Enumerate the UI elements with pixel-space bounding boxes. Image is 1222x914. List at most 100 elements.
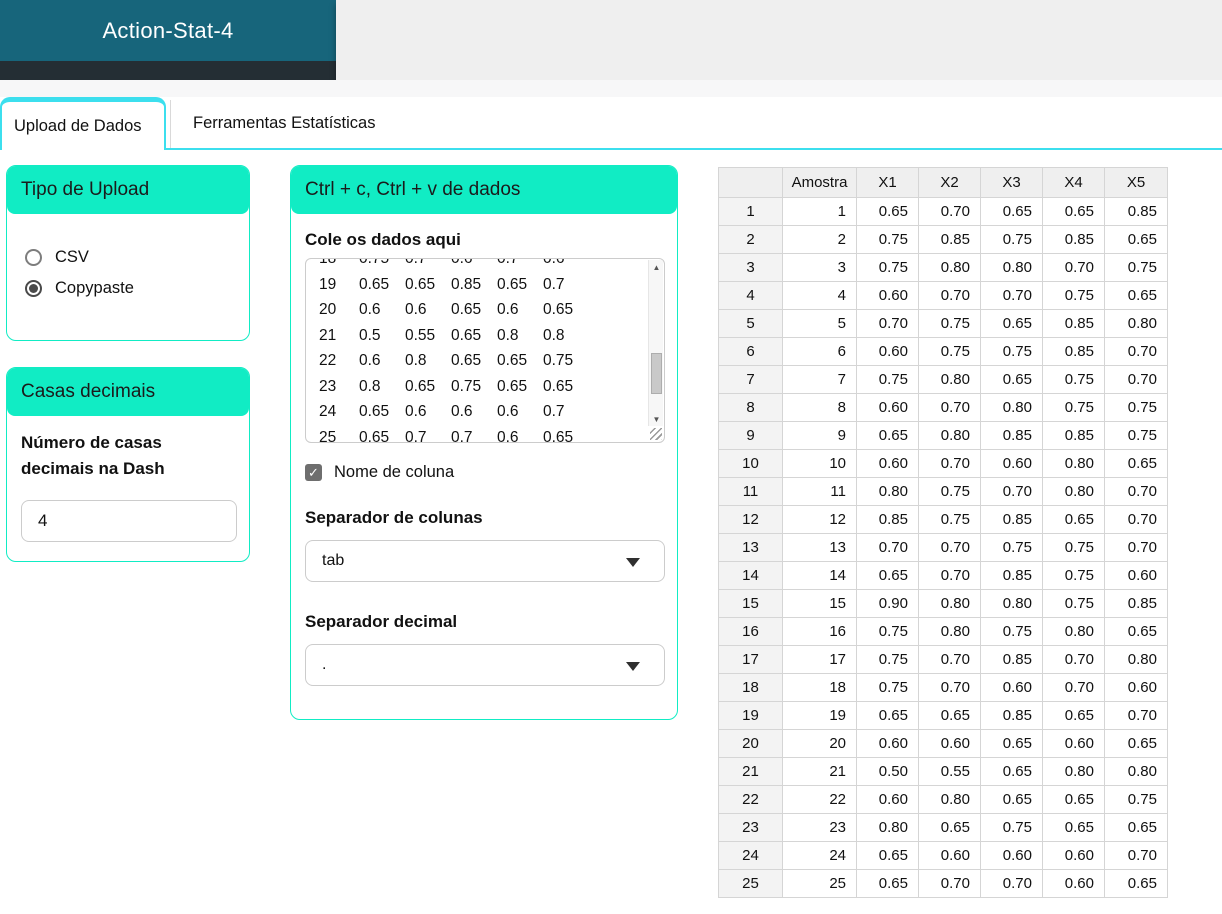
table-cell[interactable]: 21: [782, 757, 857, 786]
table-cell[interactable]: 0.85: [1042, 421, 1105, 450]
resize-grip-icon[interactable]: [650, 428, 662, 440]
row-index-cell[interactable]: 8: [718, 393, 783, 422]
table-cell[interactable]: 0.70: [856, 533, 919, 562]
table-cell[interactable]: 0.70: [1104, 701, 1168, 730]
row-index-cell[interactable]: 11: [718, 477, 783, 506]
table-cell[interactable]: 0.60: [856, 729, 919, 758]
table-cell[interactable]: 0.65: [1104, 617, 1168, 646]
table-cell[interactable]: 22: [782, 785, 857, 814]
table-cell[interactable]: 0.85: [980, 505, 1043, 534]
table-cell[interactable]: 0.70: [1042, 645, 1105, 674]
row-index-cell[interactable]: 21: [718, 757, 783, 786]
table-cell[interactable]: 0.85: [1042, 225, 1105, 254]
table-cell[interactable]: 0.80: [1104, 757, 1168, 786]
tab-ferramentas-estatisticas[interactable]: Ferramentas Estatísticas: [171, 97, 471, 150]
row-index-cell[interactable]: 10: [718, 449, 783, 478]
row-index-cell[interactable]: 7: [718, 365, 783, 394]
row-index-cell[interactable]: 3: [718, 253, 783, 282]
table-cell[interactable]: 0.80: [1104, 309, 1168, 338]
table-cell[interactable]: 10: [782, 449, 857, 478]
paste-data-textarea[interactable]: 18 0.75 0.7 0.6 0.7 0.6 19 0.65 0.65 0.85 0.65 0.7 2…: [305, 258, 665, 443]
table-cell[interactable]: 0.70: [980, 477, 1043, 506]
table-cell[interactable]: 0.75: [980, 813, 1043, 842]
radio-unselected-icon[interactable]: [25, 249, 42, 266]
table-cell[interactable]: 0.80: [918, 589, 981, 618]
table-cell[interactable]: 0.60: [1104, 561, 1168, 590]
table-cell[interactable]: 0.70: [856, 309, 919, 338]
table-cell[interactable]: 3: [782, 253, 857, 282]
table-cell[interactable]: 0.60: [856, 449, 919, 478]
row-index-cell[interactable]: 25: [718, 869, 783, 898]
table-cell[interactable]: 0.80: [856, 477, 919, 506]
table-cell[interactable]: 0.65: [1042, 813, 1105, 842]
table-cell[interactable]: 1: [782, 197, 857, 226]
table-cell[interactable]: 0.70: [1104, 505, 1168, 534]
row-index-cell[interactable]: 15: [718, 589, 783, 618]
radio-option-csv[interactable]: CSV: [25, 248, 249, 267]
table-cell[interactable]: 0.70: [980, 869, 1043, 898]
table-cell[interactable]: 0.70: [1042, 253, 1105, 282]
table-cell[interactable]: 0.70: [1104, 365, 1168, 394]
table-cell[interactable]: 0.70: [918, 449, 981, 478]
radio-option-label[interactable]: Copypaste: [55, 279, 134, 298]
table-cell[interactable]: 0.50: [856, 757, 919, 786]
row-index-cell[interactable]: 4: [718, 281, 783, 310]
column-name-checkbox-label[interactable]: Nome de coluna: [334, 463, 454, 482]
table-cell[interactable]: 0.80: [980, 393, 1043, 422]
table-cell[interactable]: 0.80: [1042, 449, 1105, 478]
table-cell[interactable]: 0.75: [1042, 365, 1105, 394]
dec-separator-select[interactable]: .: [305, 644, 665, 686]
table-cell[interactable]: 0.70: [918, 673, 981, 702]
table-cell[interactable]: 0.85: [1104, 589, 1168, 618]
table-cell[interactable]: 0.75: [980, 337, 1043, 366]
table-cell[interactable]: 18: [782, 673, 857, 702]
table-cell[interactable]: 11: [782, 477, 857, 506]
row-index-cell[interactable]: 2: [718, 225, 783, 254]
table-cell[interactable]: 0.60: [856, 393, 919, 422]
row-index-cell[interactable]: 20: [718, 729, 783, 758]
table-cell[interactable]: 13: [782, 533, 857, 562]
table-cell[interactable]: 0.65: [1042, 197, 1105, 226]
table-cell[interactable]: 0.75: [856, 673, 919, 702]
table-cell[interactable]: 0.65: [856, 869, 919, 898]
table-cell[interactable]: 0.80: [918, 421, 981, 450]
row-index-cell[interactable]: 13: [718, 533, 783, 562]
table-cell[interactable]: 0.75: [980, 533, 1043, 562]
table-cell[interactable]: 0.80: [918, 365, 981, 394]
table-cell[interactable]: 0.80: [980, 253, 1043, 282]
row-index-cell[interactable]: 12: [718, 505, 783, 534]
table-cell[interactable]: 0.65: [856, 421, 919, 450]
row-index-cell[interactable]: 9: [718, 421, 783, 450]
table-cell[interactable]: 2: [782, 225, 857, 254]
radio-option-label[interactable]: CSV: [55, 248, 89, 267]
table-cell[interactable]: 6: [782, 337, 857, 366]
row-index-cell[interactable]: 24: [718, 841, 783, 870]
table-cell[interactable]: 0.70: [980, 281, 1043, 310]
table-cell[interactable]: 0.80: [918, 617, 981, 646]
table-cell[interactable]: 0.85: [918, 225, 981, 254]
table-cell[interactable]: 0.65: [856, 197, 919, 226]
table-cell[interactable]: 0.75: [1042, 561, 1105, 590]
table-cell[interactable]: 0.65: [1042, 701, 1105, 730]
table-cell[interactable]: 0.75: [918, 337, 981, 366]
table-cell[interactable]: 0.65: [1042, 785, 1105, 814]
table-cell[interactable]: 8: [782, 393, 857, 422]
table-cell[interactable]: 0.65: [1104, 729, 1168, 758]
table-cell[interactable]: 0.75: [1042, 281, 1105, 310]
table-cell[interactable]: 16: [782, 617, 857, 646]
table-cell[interactable]: 0.85: [980, 421, 1043, 450]
table-cell[interactable]: 0.65: [1104, 449, 1168, 478]
table-cell[interactable]: 12: [782, 505, 857, 534]
row-index-cell[interactable]: 22: [718, 785, 783, 814]
table-cell[interactable]: 0.70: [918, 197, 981, 226]
table-cell[interactable]: 0.75: [856, 645, 919, 674]
table-cell[interactable]: 0.65: [980, 309, 1043, 338]
table-cell[interactable]: 0.70: [918, 533, 981, 562]
table-cell[interactable]: 0.60: [980, 841, 1043, 870]
col-separator-select[interactable]: tab: [305, 540, 665, 582]
table-cell[interactable]: 0.60: [1042, 841, 1105, 870]
table-cell[interactable]: 0.65: [918, 701, 981, 730]
table-cell[interactable]: 0.65: [980, 197, 1043, 226]
table-cell[interactable]: 0.55: [918, 757, 981, 786]
table-cell[interactable]: 0.65: [980, 757, 1043, 786]
